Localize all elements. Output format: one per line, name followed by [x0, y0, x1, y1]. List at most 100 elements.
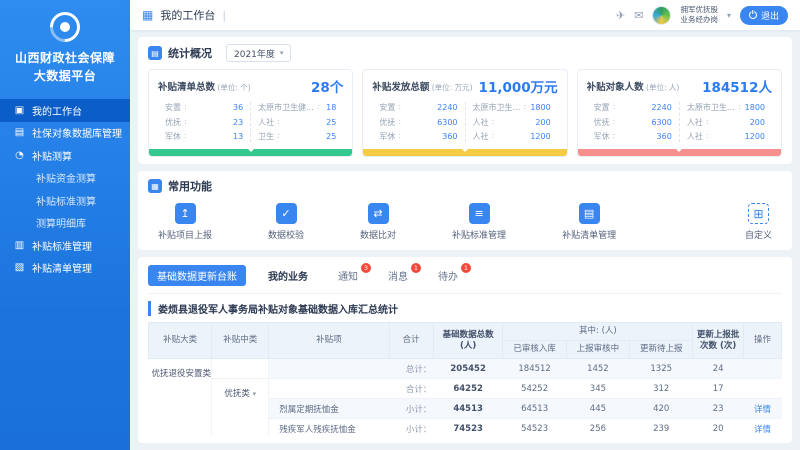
- stat-breakdown-value: 6300: [651, 118, 671, 127]
- stat-breakdown-row: 优抚:6300: [379, 117, 457, 128]
- function-item[interactable]: ⇄数据比对: [360, 203, 396, 241]
- workbench-icon: ▣: [14, 105, 25, 116]
- logout-label: 退出: [761, 9, 779, 22]
- stat-breakdown-value: 360: [442, 132, 457, 141]
- sidebar-item[interactable]: ▧补贴清单管理: [0, 257, 130, 280]
- mail-icon[interactable]: ✉: [634, 9, 643, 22]
- user-info[interactable]: 拥军优抚股 业务经办岗: [680, 5, 718, 26]
- sidebar-item[interactable]: ▤社保对象数据库管理: [0, 122, 130, 145]
- reviewing-cell: 256: [566, 419, 629, 436]
- ledger-table-body: 优抚退役安置类总计：2054521845121452132524优抚类 ▾合计：…: [149, 359, 782, 436]
- ledger-table: 补贴大类 补贴中类 补贴项 合计 基础数据总数 (人) 其中: (人) 更新上报…: [148, 322, 782, 436]
- colon-separator: :: [398, 131, 401, 142]
- stat-breakdown-value: 2240: [651, 103, 671, 112]
- sidebar-item[interactable]: 补贴资金测算: [0, 167, 130, 190]
- function-label: 数据比对: [360, 228, 396, 241]
- logout-button[interactable]: 退出: [740, 6, 788, 25]
- avatar[interactable]: [652, 6, 671, 25]
- customize-button[interactable]: ⊞自定义: [745, 203, 772, 241]
- send-icon[interactable]: ✈: [616, 9, 625, 22]
- database-icon: ▤: [14, 127, 25, 138]
- function-item[interactable]: ≡补贴标准管理: [452, 203, 506, 241]
- stat-breakdown-label: 太原市卫生健...: [687, 102, 735, 113]
- stat-breakdown-label: 安置: [165, 102, 181, 113]
- functions-section-header: ▦ 常用功能: [148, 178, 782, 194]
- agg-label-cell: 合计：: [389, 379, 433, 399]
- stat-breakdown-value: 1800: [745, 103, 765, 112]
- batches-cell: 24: [693, 359, 744, 379]
- sidebar-item[interactable]: 测算明细库: [0, 212, 130, 235]
- ledger-tab[interactable]: 待办1: [438, 268, 462, 283]
- colon-separator: :: [317, 102, 320, 113]
- sidebar-item[interactable]: 补贴标准测算: [0, 189, 130, 212]
- colon-separator: :: [738, 102, 741, 113]
- sidebar-item[interactable]: ◔补贴测算: [0, 144, 130, 167]
- stat-card: 补贴对象人数 (单位: 人)184512人安置:2240优抚:6300军休:36…: [577, 69, 782, 157]
- header-mid-category: 补贴中类: [212, 323, 269, 359]
- chevron-down-icon: ▾: [253, 390, 257, 398]
- agg-label-cell: 小计：: [389, 419, 433, 436]
- ledger-table-wrap: 补贴大类 补贴中类 补贴项 合计 基础数据总数 (人) 其中: (人) 更新上报…: [148, 322, 782, 436]
- stat-breakdown-value: 1200: [530, 132, 550, 141]
- stat-card-column: 太原市卫生健...:18人社:25卫生:25: [250, 102, 343, 142]
- colon-separator: :: [184, 131, 187, 142]
- ledger-tab[interactable]: 我的业务: [268, 268, 312, 283]
- stat-breakdown-label: 卫生: [258, 131, 274, 142]
- function-item[interactable]: ↥补贴项目上报: [158, 203, 212, 241]
- tab-label: 我的业务: [268, 272, 308, 283]
- sidebar-menu: ▣我的工作台▤社保对象数据库管理◔补贴测算补贴资金测算补贴标准测算测算明细库▥补…: [0, 99, 130, 279]
- sidebar-item[interactable]: ▣我的工作台: [0, 99, 130, 122]
- function-label: 补贴项目上报: [158, 228, 212, 241]
- mid-category-cell[interactable]: 优抚类 ▾: [212, 379, 269, 436]
- sidebar-item-label: 补贴资金测算: [36, 170, 96, 185]
- colon-separator: :: [277, 117, 280, 128]
- subsidy-item-cell: 烈属定期抚恤金: [269, 399, 389, 419]
- stat-card-column: 太原市卫生健...:1800人社:200人社:1200: [679, 102, 772, 142]
- action-cell: 详情: [743, 399, 781, 419]
- list-icon: ▧: [14, 262, 25, 273]
- function-label: 补贴标准管理: [452, 228, 506, 241]
- stat-breakdown-row: 太原市卫生健...:18: [258, 102, 336, 113]
- total-cell: 74523: [433, 419, 503, 436]
- notification-badge: 3: [361, 263, 371, 273]
- header-total: 基础数据总数 (人): [433, 323, 503, 359]
- stat-breakdown-value: 1200: [745, 132, 765, 141]
- colon-separator: :: [524, 102, 527, 113]
- stat-card-unit: (单位: 万元): [429, 83, 472, 92]
- stat-breakdown-value: 25: [326, 118, 336, 127]
- functions-icon: ▦: [148, 179, 162, 193]
- header-approved: 已审核入库: [503, 341, 566, 359]
- function-item[interactable]: ▤补贴清单管理: [562, 203, 616, 241]
- customize-icon: ⊞: [748, 203, 769, 224]
- stat-breakdown-row: 安置:36: [165, 102, 243, 113]
- sidebar-item[interactable]: ▥补贴标准管理: [0, 234, 130, 257]
- stat-breakdown-row: 安置:2240: [379, 102, 457, 113]
- detail-link[interactable]: 详情: [754, 405, 771, 415]
- stat-card-column: 安置:2240优抚:6300军休:360: [372, 102, 464, 142]
- stat-card-unit: (单位: 人): [644, 83, 680, 92]
- stat-breakdown-row: 人社:200: [473, 117, 551, 128]
- colon-separator: :: [492, 131, 495, 142]
- stat-breakdown-value: 18: [326, 103, 336, 112]
- detail-link[interactable]: 详情: [754, 425, 771, 435]
- reviewing-cell: 345: [566, 379, 629, 399]
- ledger-subtitle: 娄烦县退役军人事务局补贴对象基础数据入库汇总统计: [148, 301, 782, 316]
- ledger-table-head: 补贴大类 补贴中类 补贴项 合计 基础数据总数 (人) 其中: (人) 更新上报…: [149, 323, 782, 359]
- ledger-tab[interactable]: 通知3: [338, 268, 362, 283]
- sidebar: 山西财政社会保障大数据平台 ▣我的工作台▤社保对象数据库管理◔补贴测算补贴资金测…: [0, 0, 130, 450]
- stat-breakdown-label: 军休: [165, 131, 181, 142]
- stat-card-grid: 安置:36优抚:23军休:13太原市卫生健...:18人社:25卫生:25: [158, 102, 343, 142]
- tab-label: 通知: [338, 272, 358, 283]
- ledger-title-badge: 基础数据更新台账: [148, 265, 246, 286]
- subsidy-item-cell: [269, 379, 389, 399]
- stat-breakdown-label: 优抚: [379, 117, 395, 128]
- function-item[interactable]: ✓数据校验: [268, 203, 304, 241]
- stat-card-grid: 安置:2240优抚:6300军休:360太原市卫生健...:1800人社:200…: [587, 102, 772, 142]
- stat-breakdown-value: 6300: [437, 118, 457, 127]
- year-select[interactable]: 2021年度 ▾: [226, 44, 291, 62]
- validate-icon: ✓: [276, 203, 297, 224]
- stat-card-title: 补贴发放总额 (单位: 万元): [372, 79, 472, 93]
- ledger-tab[interactable]: 消息1: [388, 268, 412, 283]
- chevron-down-icon[interactable]: ▾: [727, 11, 731, 20]
- header-action: 操作: [743, 323, 781, 359]
